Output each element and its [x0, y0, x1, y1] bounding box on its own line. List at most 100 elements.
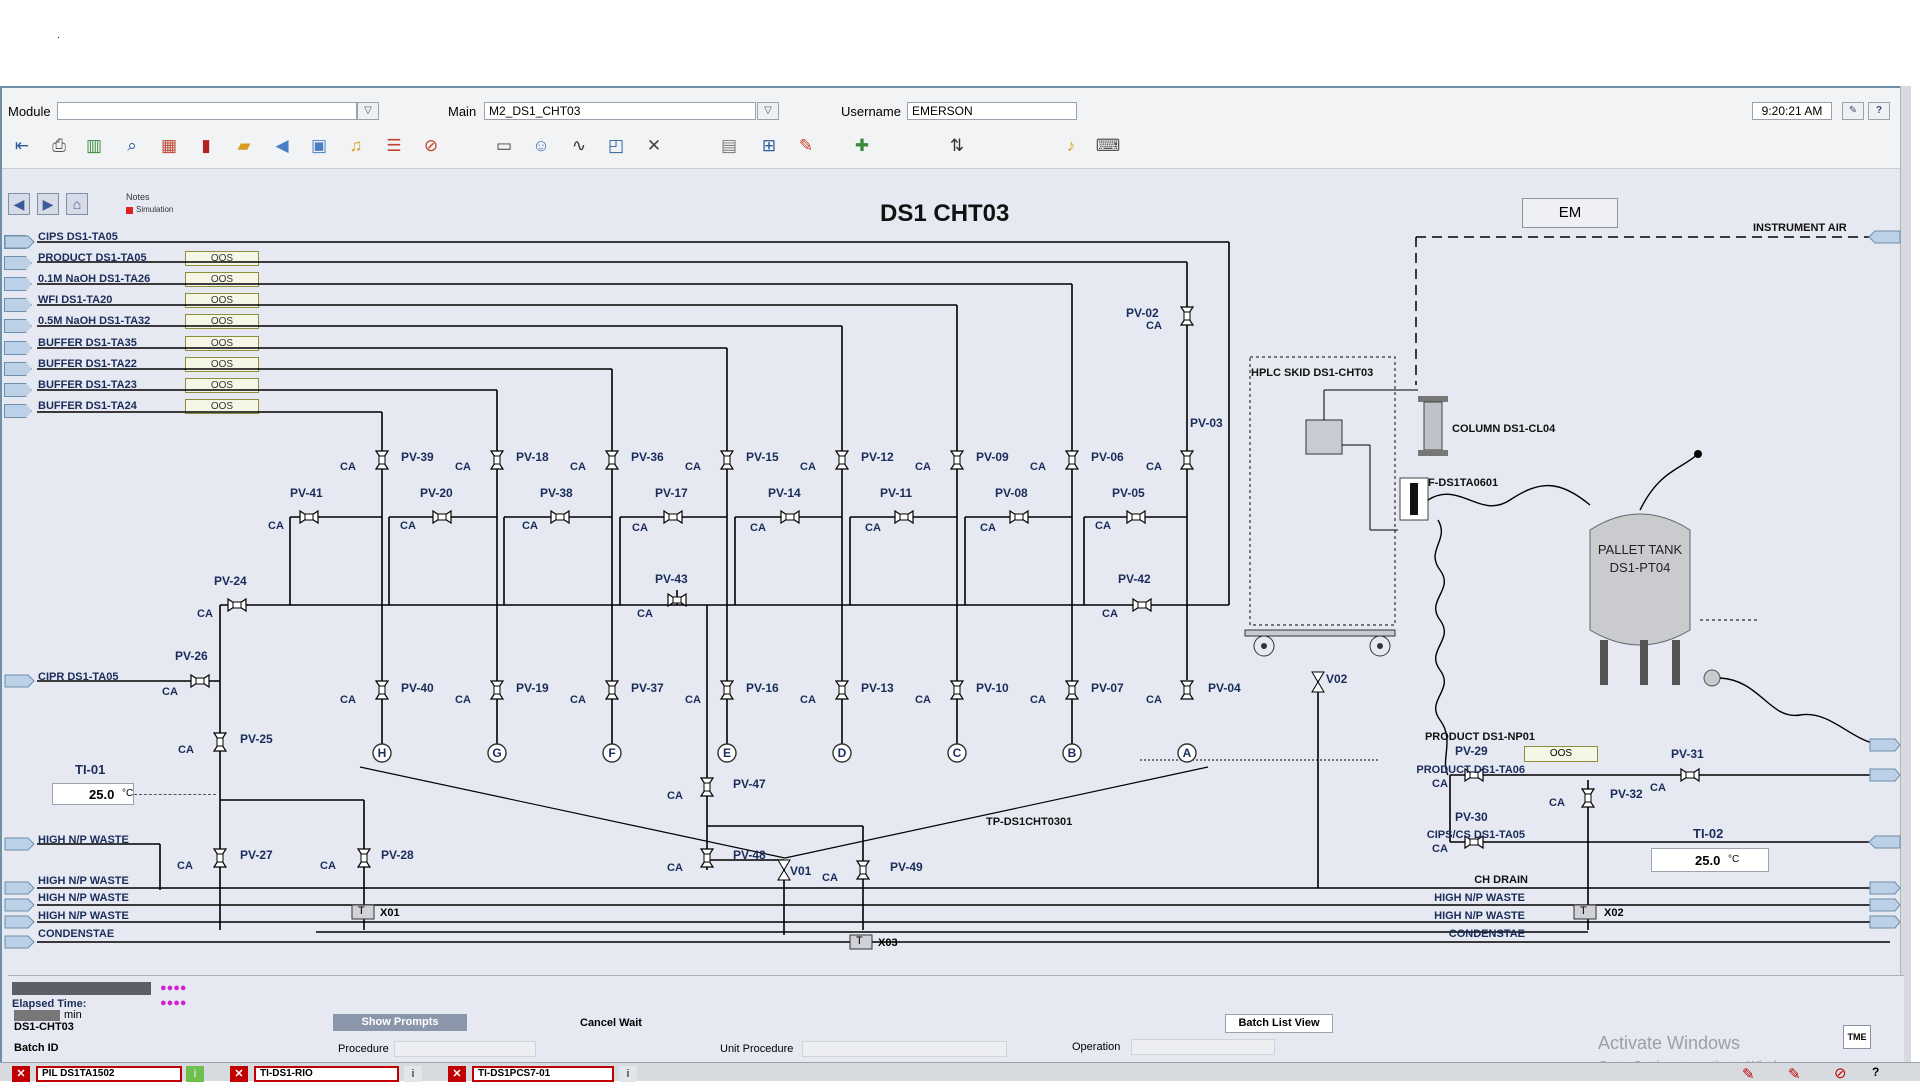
line-label-condensate: CONDENSTAE	[38, 928, 115, 940]
ca-label: CA	[822, 872, 838, 884]
open-folder-button[interactable]: ▰	[230, 132, 258, 160]
line-label-waste-1: HIGH N/P WASTE	[38, 834, 129, 846]
valve-label: PV-39	[401, 450, 434, 464]
trend-button[interactable]: ∿	[565, 132, 593, 160]
t-junction-x03: T	[856, 935, 863, 947]
print-icon: ⎙	[52, 136, 66, 155]
ti02-display[interactable]: 25.0 °C	[1651, 848, 1769, 872]
alarm-list-button[interactable]: ☰	[380, 132, 408, 160]
document-button[interactable]: ▤	[715, 132, 743, 160]
top-dot: .	[57, 30, 60, 41]
label-pv42: PV-42	[1118, 572, 1151, 586]
tp-label: TP-DS1CHT0301	[986, 816, 1073, 828]
valve-label: PV-18	[516, 450, 549, 464]
label-pv29: PV-29	[1455, 744, 1488, 758]
horn-button[interactable]: ♪	[1057, 132, 1085, 160]
port-label: G	[492, 746, 502, 760]
window-button[interactable]: ◰	[602, 132, 630, 160]
batch-dots-2: ●●●●	[160, 997, 187, 1009]
show-prompts-button[interactable]: Show Prompts	[333, 1014, 467, 1031]
tme-button[interactable]: TME	[1843, 1025, 1871, 1049]
batch-unit-label: DS1-CHT03	[14, 1021, 74, 1033]
ca-label: CA	[340, 694, 356, 706]
grid-button[interactable]: ▦	[155, 132, 183, 160]
ca-label: CA	[800, 694, 816, 706]
help-button[interactable]: ?	[1868, 102, 1890, 120]
valve-label: PV-14	[768, 486, 801, 500]
valve-label: PV-36	[631, 450, 664, 464]
monitor-icon: ▭	[495, 136, 513, 155]
batch-list-view-button[interactable]: Batch List View	[1225, 1014, 1333, 1033]
acknowledge-icon[interactable]: ✎	[1742, 1065, 1755, 1083]
line-label-cipr: CIPR DS1-TA05	[38, 671, 119, 683]
tank-name-label: PALLET TANK	[1597, 542, 1683, 557]
exit-button[interactable]: ⇤	[8, 132, 36, 160]
port-label: A	[1182, 746, 1192, 760]
columns-button[interactable]: ▥	[80, 132, 108, 160]
ca-label: CA	[667, 862, 683, 874]
oos-indicator-right: OOS	[1524, 746, 1598, 762]
sync-button[interactable]: ⇅	[943, 132, 971, 160]
alarm-disable-button[interactable]: ⊘	[417, 132, 445, 160]
module-dropdown-button[interactable]: ▽	[357, 102, 379, 120]
ca-label: CA	[197, 608, 213, 620]
alarm-bell-button[interactable]: ♫	[342, 132, 370, 160]
valve-label: PV-12	[861, 450, 894, 464]
username-label: Username	[841, 104, 901, 119]
frame-button[interactable]: ▣	[305, 132, 333, 160]
books-button[interactable]: ▮	[192, 132, 220, 160]
tools-icon: ✕	[646, 136, 662, 155]
main-field[interactable]: M2_DS1_CHT03	[484, 102, 756, 120]
valve-label: PV-10	[976, 681, 1009, 695]
diagnostics-icon: ✚	[854, 136, 870, 155]
search-button[interactable]: ⌕	[118, 132, 146, 160]
ca-label: CA	[178, 744, 194, 756]
procedure-label: Procedure	[338, 1043, 389, 1055]
print-button[interactable]: ⎙	[45, 132, 73, 160]
label-pv32: PV-32	[1610, 787, 1643, 801]
module-field[interactable]	[57, 102, 357, 120]
chevron-down-icon: ▽	[364, 105, 372, 116]
tank-id-label: DS1-PT04	[1609, 560, 1671, 575]
valve-label: PV-13	[861, 681, 894, 695]
ti02-value: 25.0	[1695, 853, 1721, 868]
valve-label: PV-19	[516, 681, 549, 695]
silence-icon[interactable]: ✎	[1788, 1065, 1801, 1083]
valve-label: PV-15	[746, 450, 779, 464]
columns-icon: ▥	[85, 136, 103, 155]
ca-label: CA	[685, 694, 701, 706]
ca-label: CA	[1095, 520, 1111, 532]
status-help-button[interactable]: ?	[1872, 1065, 1879, 1079]
valve-label: PV-09	[976, 450, 1009, 464]
workstation-button[interactable]: ▭	[490, 132, 518, 160]
unit-procedure-label: Unit Procedure	[720, 1043, 794, 1055]
cancel-wait-button[interactable]: Cancel Wait	[580, 1017, 642, 1029]
keyboard-button[interactable]: ⌨	[1094, 132, 1122, 160]
ca-label: CA	[1146, 320, 1162, 332]
line-label-product-ta06: PRODUCT DS1-TA06	[1416, 764, 1525, 776]
label-pv43: PV-43	[655, 572, 688, 586]
line-label-waste-r1: HIGH N/P WASTE	[1434, 892, 1525, 904]
main-dropdown-button[interactable]: ▽	[757, 102, 779, 120]
users-button[interactable]: ☺	[527, 132, 555, 160]
label-pv30: PV-30	[1455, 810, 1488, 824]
instrument-air-label: INSTRUMENT AIR	[1753, 222, 1847, 234]
label-v01: V01	[790, 864, 812, 878]
hierarchy-button[interactable]: ⊞	[755, 132, 783, 160]
alarm-off-icon[interactable]: ⊘	[1834, 1064, 1847, 1082]
back-arrow-icon: ◀	[275, 136, 289, 155]
back-button[interactable]: ◀	[268, 132, 296, 160]
diagnostics-button[interactable]: ✚	[848, 132, 876, 160]
ti01-value: 25.0	[89, 787, 115, 802]
ca-label: CA	[570, 694, 586, 706]
hplc-skid-label: HPLC SKID DS1-CHT03	[1251, 367, 1374, 379]
grid-icon: ▦	[160, 136, 178, 155]
valve-label: PV-06	[1091, 450, 1124, 464]
edit-button[interactable]: ✎	[792, 132, 820, 160]
pin-button[interactable]: ✎	[1842, 102, 1864, 120]
ca-label: CA	[268, 520, 284, 532]
tools-button[interactable]: ✕	[640, 132, 668, 160]
username-field[interactable]: EMERSON	[907, 102, 1077, 120]
operation-field	[1131, 1039, 1275, 1055]
ti01-display[interactable]: 25.0 °C	[52, 783, 134, 805]
